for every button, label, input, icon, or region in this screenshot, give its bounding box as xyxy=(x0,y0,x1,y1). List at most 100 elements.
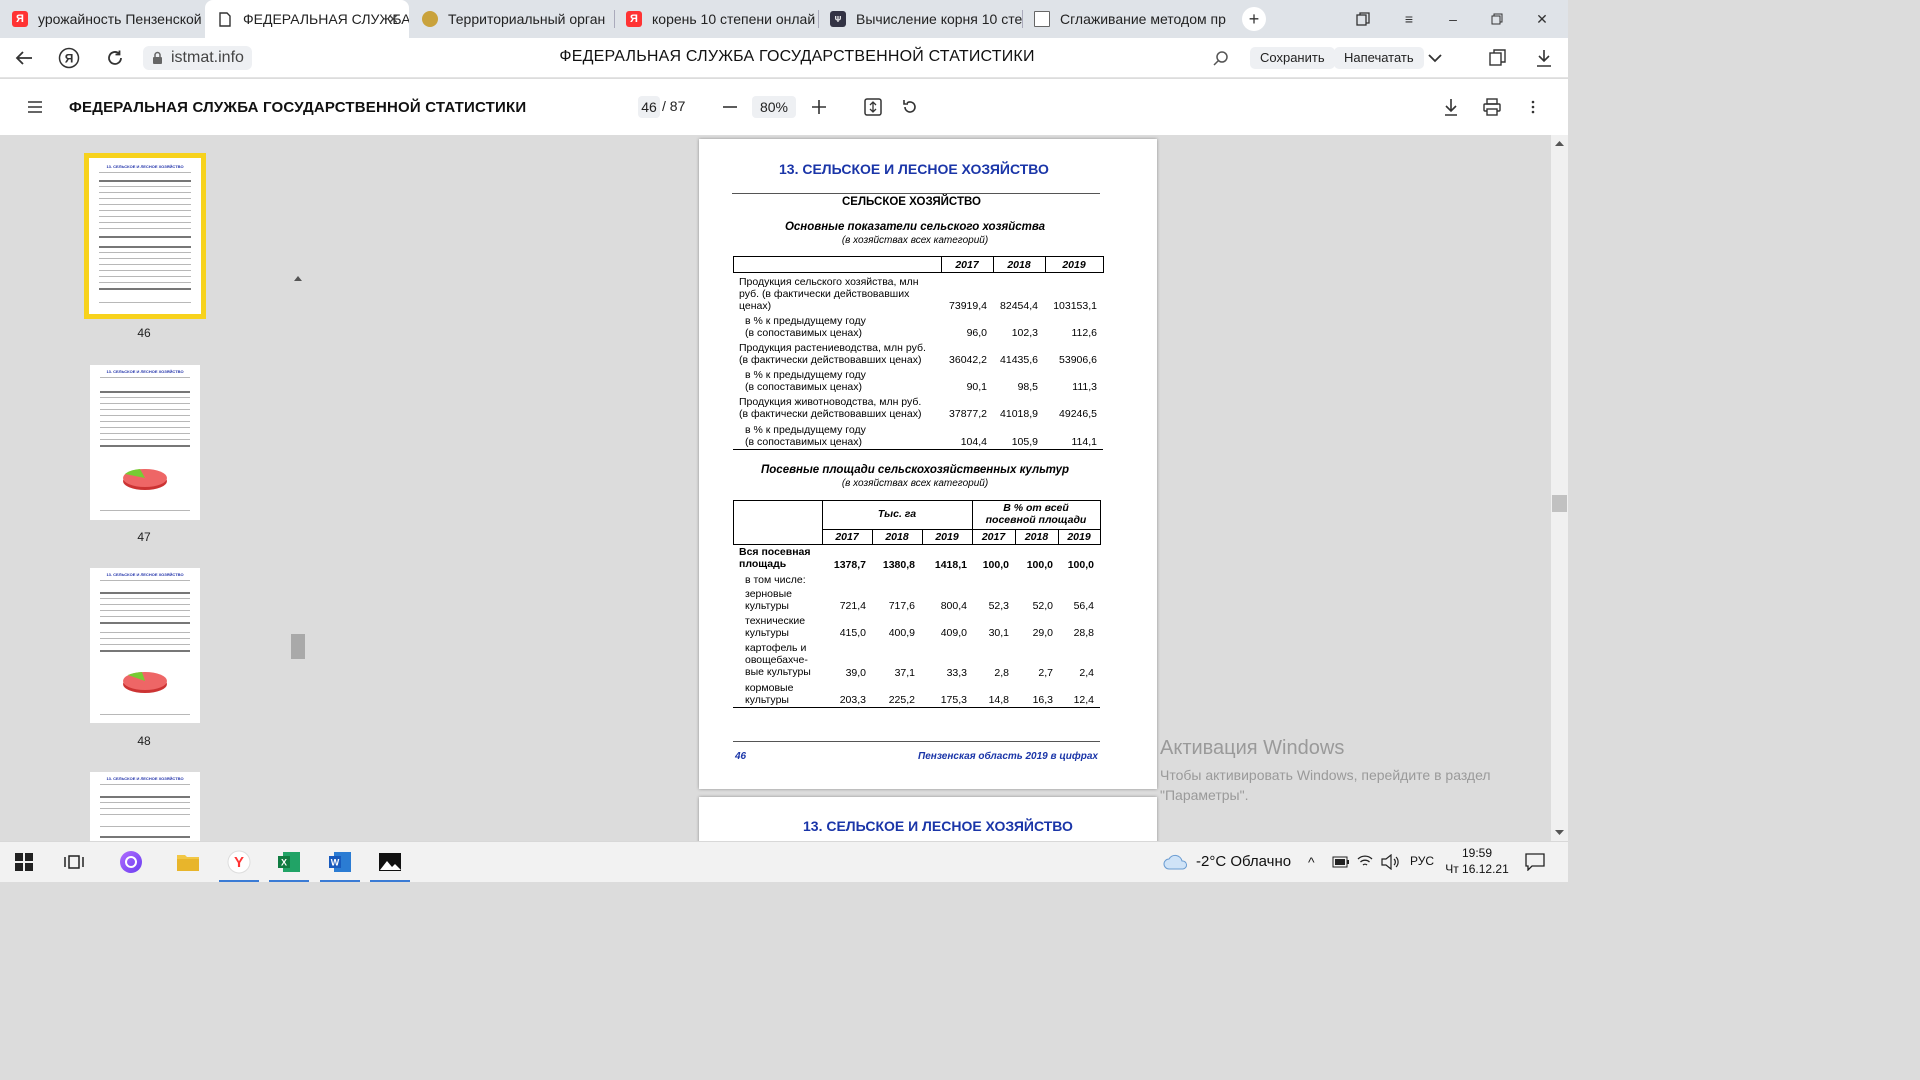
tray-expand-icon[interactable]: ^ xyxy=(1308,854,1315,870)
task-view-icon[interactable] xyxy=(60,848,88,876)
thumbnail-panel: 13. СЕЛЬСКОЕ И ЛЕСНОЕ ХОЗЯЙСТВО 46 13. С… xyxy=(0,135,305,841)
print-button[interactable]: Напечатать xyxy=(1334,47,1424,69)
table2-cell: 12,4 xyxy=(1073,694,1094,706)
tab-3[interactable]: Территориальный орган xyxy=(410,0,614,38)
emblem-icon xyxy=(422,11,438,27)
yandex-browser-icon[interactable]: Y xyxy=(225,848,253,876)
wifi-icon[interactable] xyxy=(1357,854,1373,868)
download-icon[interactable] xyxy=(1532,46,1556,70)
menu-icon[interactable]: ≡ xyxy=(1387,0,1431,38)
weather-text[interactable]: -2°C Облачно xyxy=(1196,853,1291,870)
table1-cell: 98,5 xyxy=(1017,381,1038,393)
clock-date: Чт 16.12.21 xyxy=(1445,862,1509,876)
table1-cell: 90,1 xyxy=(966,381,987,393)
more-options-icon[interactable] xyxy=(1521,95,1545,119)
notifications-icon[interactable] xyxy=(1525,853,1545,871)
tabs-overview-icon[interactable] xyxy=(1341,0,1385,38)
table1-year-header: 2019 xyxy=(1062,259,1086,271)
active-app-indicator xyxy=(320,880,360,882)
zoom-level[interactable]: 80% xyxy=(752,96,796,118)
table2-cell: 100,0 xyxy=(1067,559,1094,571)
close-window-icon[interactable]: ✕ xyxy=(1520,0,1564,38)
table2-group-header: Тыс. га xyxy=(877,508,917,520)
thumbnail-page-47[interactable]: 13. СЕЛЬСКОЕ И ЛЕСНОЕ ХОЗЯЙСТВО xyxy=(90,365,200,520)
table2-group-header: В % от всей посевной площади xyxy=(985,502,1087,526)
activation-watermark-title: Активация Windows xyxy=(1160,737,1345,759)
page-icon xyxy=(1034,11,1050,27)
document-icon xyxy=(217,11,233,27)
svg-text:W: W xyxy=(331,858,340,868)
table2-cell: 721,4 xyxy=(839,600,866,612)
zoom-out-icon[interactable] xyxy=(718,95,742,119)
new-tab-button[interactable]: + xyxy=(1242,7,1266,31)
tab-1[interactable]: Я урожайность Пензенской xyxy=(0,0,203,38)
thumbnail-label: 47 xyxy=(137,530,151,544)
thumbnail-page-49[interactable]: 13. СЕЛЬСКОЕ И ЛЕСНОЕ ХОЗЯЙСТВО xyxy=(90,772,200,841)
search-icon[interactable] xyxy=(1209,46,1233,70)
file-explorer-icon[interactable] xyxy=(174,848,202,876)
table1-cell: 37877,2 xyxy=(949,408,987,420)
alice-icon[interactable] xyxy=(117,848,145,876)
table2-year-header: 2019 xyxy=(935,531,959,543)
chapter-heading: 13. СЕЛЬСКОЕ И ЛЕСНОЕ ХОЗЯЙСТВО xyxy=(779,161,1049,177)
page-number-input[interactable]: 46 xyxy=(638,96,660,118)
table1-cell: 49246,5 xyxy=(1059,408,1097,420)
table2-cell: 225,2 xyxy=(888,694,915,706)
minimize-icon[interactable]: – xyxy=(1431,0,1475,38)
tab-2[interactable]: ФЕДЕРАЛЬНАЯ СЛУЖБА ✕ xyxy=(205,0,409,38)
table2-cell: 37,1 xyxy=(894,667,915,679)
table2-title: Посевные площади сельскохозяйственных ку… xyxy=(761,464,1069,476)
table1-cell: 36042,2 xyxy=(949,354,987,366)
thumbnail-page-48[interactable]: 13. СЕЛЬСКОЕ И ЛЕСНОЕ ХОЗЯЙСТВО xyxy=(90,568,200,723)
tab-5[interactable]: Ψ Вычисление корня 10 сте xyxy=(818,0,1022,38)
hamburger-menu-icon[interactable] xyxy=(23,95,47,119)
table1-year-header: 2017 xyxy=(955,259,979,271)
cloud-weather-icon xyxy=(1163,854,1187,870)
table1-cell: 73919,4 xyxy=(949,300,987,312)
language-indicator[interactable]: РУС xyxy=(1410,854,1434,868)
thumbnail-page-46[interactable]: 13. СЕЛЬСКОЕ И ЛЕСНОЕ ХОЗЯЙСТВО xyxy=(84,153,206,319)
table1-cell: 111,3 xyxy=(1072,381,1097,393)
tab-3-label: Территориальный орган xyxy=(448,11,606,27)
chevron-down-icon[interactable] xyxy=(1423,46,1447,70)
tab-6[interactable]: Сглаживание методом пр xyxy=(1022,0,1226,38)
thumbnail-scrollbar[interactable] xyxy=(291,270,305,841)
table2-year-header: 2018 xyxy=(1024,531,1049,543)
active-app-indicator xyxy=(269,880,309,882)
clock[interactable]: 19:59 Чт 16.12.21 xyxy=(1442,845,1512,877)
table2-year-header: 2017 xyxy=(835,531,859,543)
print-icon[interactable] xyxy=(1480,95,1504,119)
rotate-icon[interactable] xyxy=(898,95,922,119)
windows-start-icon[interactable] xyxy=(10,848,38,876)
table1-row-label: Продукция растениеводства, млн руб. (в фа… xyxy=(739,342,926,366)
battery-icon[interactable] xyxy=(1332,856,1350,868)
clock-time: 19:59 xyxy=(1461,846,1493,860)
calculator-icon: Ψ xyxy=(830,11,846,27)
download-pdf-icon[interactable] xyxy=(1439,95,1463,119)
fit-page-icon[interactable] xyxy=(861,95,885,119)
yandex-icon: Я xyxy=(12,11,28,27)
tab-4[interactable]: Я корень 10 степени онлай xyxy=(614,0,818,38)
save-button[interactable]: Сохранить xyxy=(1250,47,1335,69)
volume-icon[interactable] xyxy=(1381,854,1399,870)
activation-watermark-text: Чтобы активировать Windows, перейдите в … xyxy=(1160,767,1491,803)
table2-year-header: 2017 xyxy=(981,531,1006,543)
pdf-page: 13. СЕЛЬСКОЕ И ЛЕСНОЕ ХОЗЯЙСТВО СЕЛЬСКОЕ… xyxy=(699,139,1157,789)
active-app-indicator xyxy=(370,880,410,882)
table2-cell: 400,9 xyxy=(888,627,915,639)
collections-icon[interactable] xyxy=(1486,46,1510,70)
active-app-indicator xyxy=(219,880,259,882)
document-scrollbar[interactable] xyxy=(1551,135,1568,841)
zoom-in-icon[interactable] xyxy=(807,95,831,119)
including-label: в том числе: xyxy=(745,574,806,586)
close-tab-icon[interactable]: ✕ xyxy=(387,11,399,28)
table1-cell: 82454,4 xyxy=(1000,300,1038,312)
taskbar: Y X W -2°C Облачно ^ РУС 19:59 Чт 16.12.… xyxy=(0,841,1568,882)
table2-cell: 717,6 xyxy=(888,600,915,612)
photos-icon[interactable] xyxy=(376,848,404,876)
excel-icon[interactable]: X xyxy=(275,848,303,876)
tab-2-label: ФЕДЕРАЛЬНАЯ СЛУЖБА xyxy=(243,11,409,27)
pie-chart-icon xyxy=(123,672,167,693)
restore-icon[interactable] xyxy=(1475,0,1519,38)
word-icon[interactable]: W xyxy=(326,848,354,876)
